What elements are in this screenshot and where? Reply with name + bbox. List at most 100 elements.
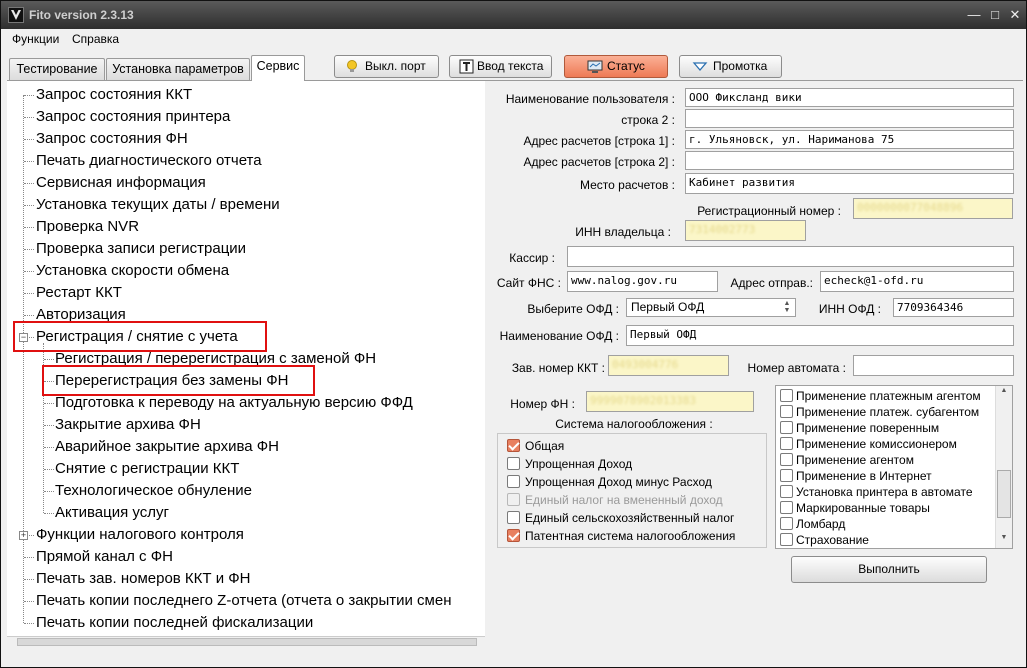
tree-item-set-datetime[interactable]: Установка текущих даты / времени: [36, 194, 280, 216]
menu-bar: Функции Справка: [1, 29, 1026, 49]
fn-num-field[interactable]: 9999078902013383: [586, 391, 754, 412]
place-field[interactable]: Кабинет развития: [685, 173, 1014, 194]
tree-item-print-serials[interactable]: Печать зав. номеров ККТ и ФН: [36, 568, 251, 590]
cashier-field[interactable]: [567, 246, 1014, 267]
tree-item-print-last-fisc[interactable]: Печать копии последней фискализации: [36, 612, 313, 634]
tax-simplified-income-checkbox[interactable]: [507, 457, 520, 470]
feature-attorney: Применение поверенным: [796, 421, 940, 435]
tree-line: [24, 95, 34, 96]
scroll-up-icon[interactable]: ▲: [996, 387, 1012, 399]
status-button[interactable]: Статус: [564, 55, 668, 78]
spin-arrows-icon[interactable]: ▲ ▼: [780, 300, 794, 315]
fns-site-field[interactable]: www.nalog.gov.ru: [567, 271, 718, 292]
tree-item-reg-check[interactable]: Проверка записи регистрации: [36, 238, 246, 260]
service-tree[interactable]: − + Запрос состояния ККТ Запрос состояни…: [7, 81, 485, 636]
feature-checkbox[interactable]: [780, 405, 793, 418]
tax-eskhn-checkbox[interactable]: [507, 511, 520, 524]
regnum-value: 0000000077048896: [857, 201, 963, 214]
tree-line: [23, 95, 24, 623]
tree-line: [44, 491, 54, 492]
features-scrollbar[interactable]: ▲ ▼: [995, 386, 1012, 548]
window-title: Fito version 2.3.13: [29, 8, 134, 22]
ofd-name-label: Наименование ОФД :: [499, 329, 619, 343]
feature-checkbox[interactable]: [780, 453, 793, 466]
tree-line: [24, 271, 34, 272]
tree-item-activate-services[interactable]: Активация услуг: [55, 502, 169, 524]
tree-item-direct-channel[interactable]: Прямой канал с ФН: [36, 546, 173, 568]
tab-service[interactable]: Сервис: [251, 55, 305, 81]
tree-item-nvr-check[interactable]: Проверка NVR: [36, 216, 139, 238]
feature-checkbox[interactable]: [780, 469, 793, 482]
tree-item-emergency-close[interactable]: Аварийное закрытие архива ФН: [55, 436, 279, 458]
kkt-serial-label: Зав. номер ККТ :: [511, 361, 605, 375]
tax-general-checkbox[interactable]: [507, 439, 520, 452]
feature-checkbox[interactable]: [780, 421, 793, 434]
inn-owner-field[interactable]: 7314002773: [685, 220, 806, 241]
feature-payment-agent: Применение платежным агентом: [796, 389, 981, 403]
tree-line: [44, 513, 54, 514]
expand-icon[interactable]: +: [19, 531, 28, 540]
menu-functions[interactable]: Функции: [12, 32, 59, 46]
user-name-field[interactable]: ООО Фиксланд вики: [685, 88, 1014, 107]
port-off-button[interactable]: Выкл. порт: [334, 55, 439, 78]
regnum-field[interactable]: 0000000077048896: [853, 198, 1013, 219]
machine-num-field[interactable]: [853, 355, 1014, 376]
feed-button[interactable]: Промотка: [679, 55, 782, 78]
tree-line: [24, 161, 34, 162]
tree-line: [24, 293, 34, 294]
execute-button[interactable]: Выполнить: [791, 556, 987, 583]
tree-item-close-archive[interactable]: Закрытие архива ФН: [55, 414, 201, 436]
feature-checkbox[interactable]: [780, 485, 793, 498]
tax-eskhn-label: Единый сельскохозяйственный налог: [525, 511, 735, 525]
text-input-button[interactable]: Ввод текста: [449, 55, 552, 78]
menu-help[interactable]: Справка: [72, 32, 119, 46]
kkt-serial-field[interactable]: 0493004776: [608, 355, 729, 376]
tab-testing[interactable]: Тестирование: [9, 58, 105, 80]
tax-simplified-income-label: Упрощенная Доход: [525, 457, 633, 471]
tax-simplified-net-checkbox[interactable]: [507, 475, 520, 488]
feature-checkbox[interactable]: [780, 533, 793, 546]
tree-line: [24, 205, 34, 206]
feature-commissioner: Применение комиссионером: [796, 437, 957, 451]
tree-item-printer-status[interactable]: Запрос состояния принтера: [36, 106, 230, 128]
minimize-icon[interactable]: —: [965, 7, 983, 23]
tax-patent-label: Патентная система налогообложения: [525, 529, 736, 543]
inn-ofd-field[interactable]: 7709364346: [893, 298, 1014, 317]
scrollbar-thumb[interactable]: [997, 470, 1011, 518]
tax-patent-checkbox[interactable]: [507, 529, 520, 542]
sender-addr-field[interactable]: echeck@1-ofd.ru: [820, 271, 1014, 292]
cashier-label: Кассир :: [509, 251, 555, 265]
feature-checkbox[interactable]: [780, 389, 793, 402]
feature-checkbox[interactable]: [780, 501, 793, 514]
ofd-select[interactable]: Первый ОФД ▲ ▼: [626, 298, 796, 317]
addr1-field[interactable]: г. Ульяновск, ул. Нариманова 75: [685, 130, 1014, 149]
tree-horizontal-scrollbar[interactable]: [7, 636, 485, 647]
tab-parameters[interactable]: Установка параметров: [106, 58, 250, 80]
scroll-down-icon[interactable]: ▼: [996, 534, 1012, 546]
maximize-icon[interactable]: □: [986, 7, 1004, 23]
close-icon[interactable]: ✕: [1006, 7, 1024, 23]
tree-item-diag-report[interactable]: Печать диагностического отчета: [36, 150, 262, 172]
scrollbar-thumb[interactable]: [17, 638, 477, 646]
tree-item-baud-rate[interactable]: Установка скорости обмена: [36, 260, 229, 282]
tree-item-tech-reset[interactable]: Технологическое обнуление: [55, 480, 252, 502]
feed-label: Промотка: [713, 59, 768, 73]
app-logo-icon: [8, 7, 24, 23]
tree-item-tax-control[interactable]: Функции налогового контроля: [36, 524, 244, 546]
tree-item-deregister[interactable]: Снятие с регистрации ККТ: [55, 458, 239, 480]
tree-line: [24, 557, 34, 558]
feature-checkbox[interactable]: [780, 517, 793, 530]
tree-item-print-last-z[interactable]: Печать копии последнего Z-отчета (отчета…: [36, 590, 452, 612]
tree-item-service-info[interactable]: Сервисная информация: [36, 172, 206, 194]
feature-checkbox[interactable]: [780, 437, 793, 450]
fn-num-value: 9999078902013383: [590, 394, 696, 407]
title-bar[interactable]: Fito version 2.3.13 — □ ✕: [1, 1, 1026, 29]
tree-item-fn-status[interactable]: Запрос состояния ФН: [36, 128, 188, 150]
tree-line: [44, 403, 54, 404]
ofd-name-field[interactable]: Первый ОФД: [626, 325, 1014, 346]
tree-line: [24, 117, 34, 118]
line2-field[interactable]: [685, 109, 1014, 128]
tree-item-restart[interactable]: Рестарт ККТ: [36, 282, 122, 304]
tree-item-kkt-status[interactable]: Запрос состояния ККТ: [36, 84, 192, 106]
addr2-field[interactable]: [685, 151, 1014, 170]
